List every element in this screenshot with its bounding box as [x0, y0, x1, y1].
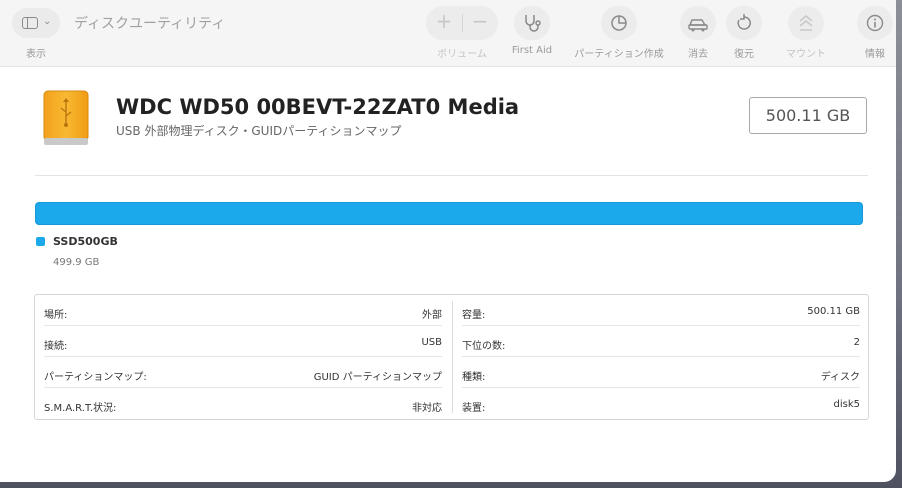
stethoscope-icon	[525, 15, 541, 32]
sidebar-toggle-button[interactable]: ⌄	[12, 8, 60, 38]
info-column-left: 場所: 外部 接続: USB パーティションマップ: GUID パーティションマ…	[35, 295, 452, 419]
info-value: 2	[853, 337, 860, 348]
info-row-partition-map: パーティションマップ: GUID パーティションマップ	[44, 357, 442, 388]
erase-label: 消去	[688, 49, 708, 60]
info-row-smart-status: S.M.A.R.T.状況: 非対応	[44, 388, 442, 419]
header-divider	[35, 175, 868, 176]
info-row-connection: 接続: USB	[44, 326, 442, 357]
info-row-capacity: 容量: 500.11 GB	[462, 295, 860, 326]
mount-button[interactable]	[788, 6, 824, 40]
usage-bar	[35, 202, 863, 225]
view-label: 表示	[26, 49, 46, 60]
partition-label: パーティション作成	[574, 49, 664, 60]
info-button[interactable]	[857, 6, 893, 40]
info-key: S.M.A.R.T.状況:	[44, 403, 117, 414]
erase-button[interactable]	[680, 6, 716, 40]
info-value: ディスク	[820, 372, 860, 383]
toolbar: ⌄ 表示 ディスクユーティリティ + − ボリューム First Aid パーテ…	[0, 0, 896, 67]
minus-icon[interactable]: −	[462, 9, 498, 33]
partition-button[interactable]	[601, 6, 637, 40]
volume-button-group: + −	[426, 6, 498, 40]
info-key: 種類:	[462, 372, 486, 383]
plus-icon[interactable]: +	[426, 9, 462, 33]
app-title: ディスクユーティリティ	[74, 16, 226, 32]
restore-button[interactable]	[726, 6, 762, 40]
info-key: パーティションマップ:	[44, 372, 147, 383]
mount-label: マウント	[786, 49, 826, 60]
info-row-location: 場所: 外部	[44, 295, 442, 326]
info-value: 500.11 GB	[807, 306, 860, 317]
info-key: 接続:	[44, 341, 68, 352]
external-drive-icon	[43, 90, 89, 145]
partition-name: SSD500GB	[53, 235, 118, 248]
restore-icon	[737, 14, 751, 30]
partition-size: 499.9 GB	[53, 257, 100, 268]
disk-size-badge: 500.11 GB	[749, 97, 867, 134]
info-icon	[866, 14, 884, 32]
volume-label: ボリューム	[437, 49, 487, 60]
info-column-right: 容量: 500.11 GB 下位の数: 2 種類: ディスク 装置: disk5	[453, 295, 868, 419]
disk-subtitle: USB 外部物理ディスク・GUIDパーティションマップ	[116, 124, 402, 138]
info-label: 情報	[865, 49, 885, 60]
info-key: 装置:	[462, 403, 486, 414]
sidebar-icon	[22, 17, 38, 29]
info-value: 非対応	[412, 403, 442, 414]
info-value: 外部	[422, 310, 442, 321]
info-row-device: 装置: disk5	[462, 388, 860, 419]
info-value: GUID パーティションマップ	[313, 372, 442, 383]
first-aid-label: First Aid	[511, 45, 553, 56]
info-table: 場所: 外部 接続: USB パーティションマップ: GUID パーティションマ…	[34, 294, 869, 420]
first-aid-button[interactable]	[514, 6, 550, 40]
mount-icon	[799, 15, 813, 31]
pie-chart-icon	[611, 15, 627, 31]
info-row-type: 種類: ディスク	[462, 357, 860, 388]
car-erase-icon	[688, 19, 708, 32]
info-key: 下位の数:	[462, 341, 506, 352]
info-key: 場所:	[44, 310, 68, 321]
chevron-down-icon: ⌄	[43, 16, 52, 27]
disk-utility-window: ⌄ 表示 ディスクユーティリティ + − ボリューム First Aid パーテ…	[0, 0, 896, 482]
disk-name: WDC WD50 00BEVT-22ZAT0 Media	[116, 95, 520, 119]
info-value: USB	[421, 337, 442, 348]
info-key: 容量:	[462, 310, 486, 321]
partition-color-swatch	[36, 237, 45, 246]
info-row-child-count: 下位の数: 2	[462, 326, 860, 357]
restore-label: 復元	[734, 49, 754, 60]
info-value: disk5	[833, 399, 861, 410]
